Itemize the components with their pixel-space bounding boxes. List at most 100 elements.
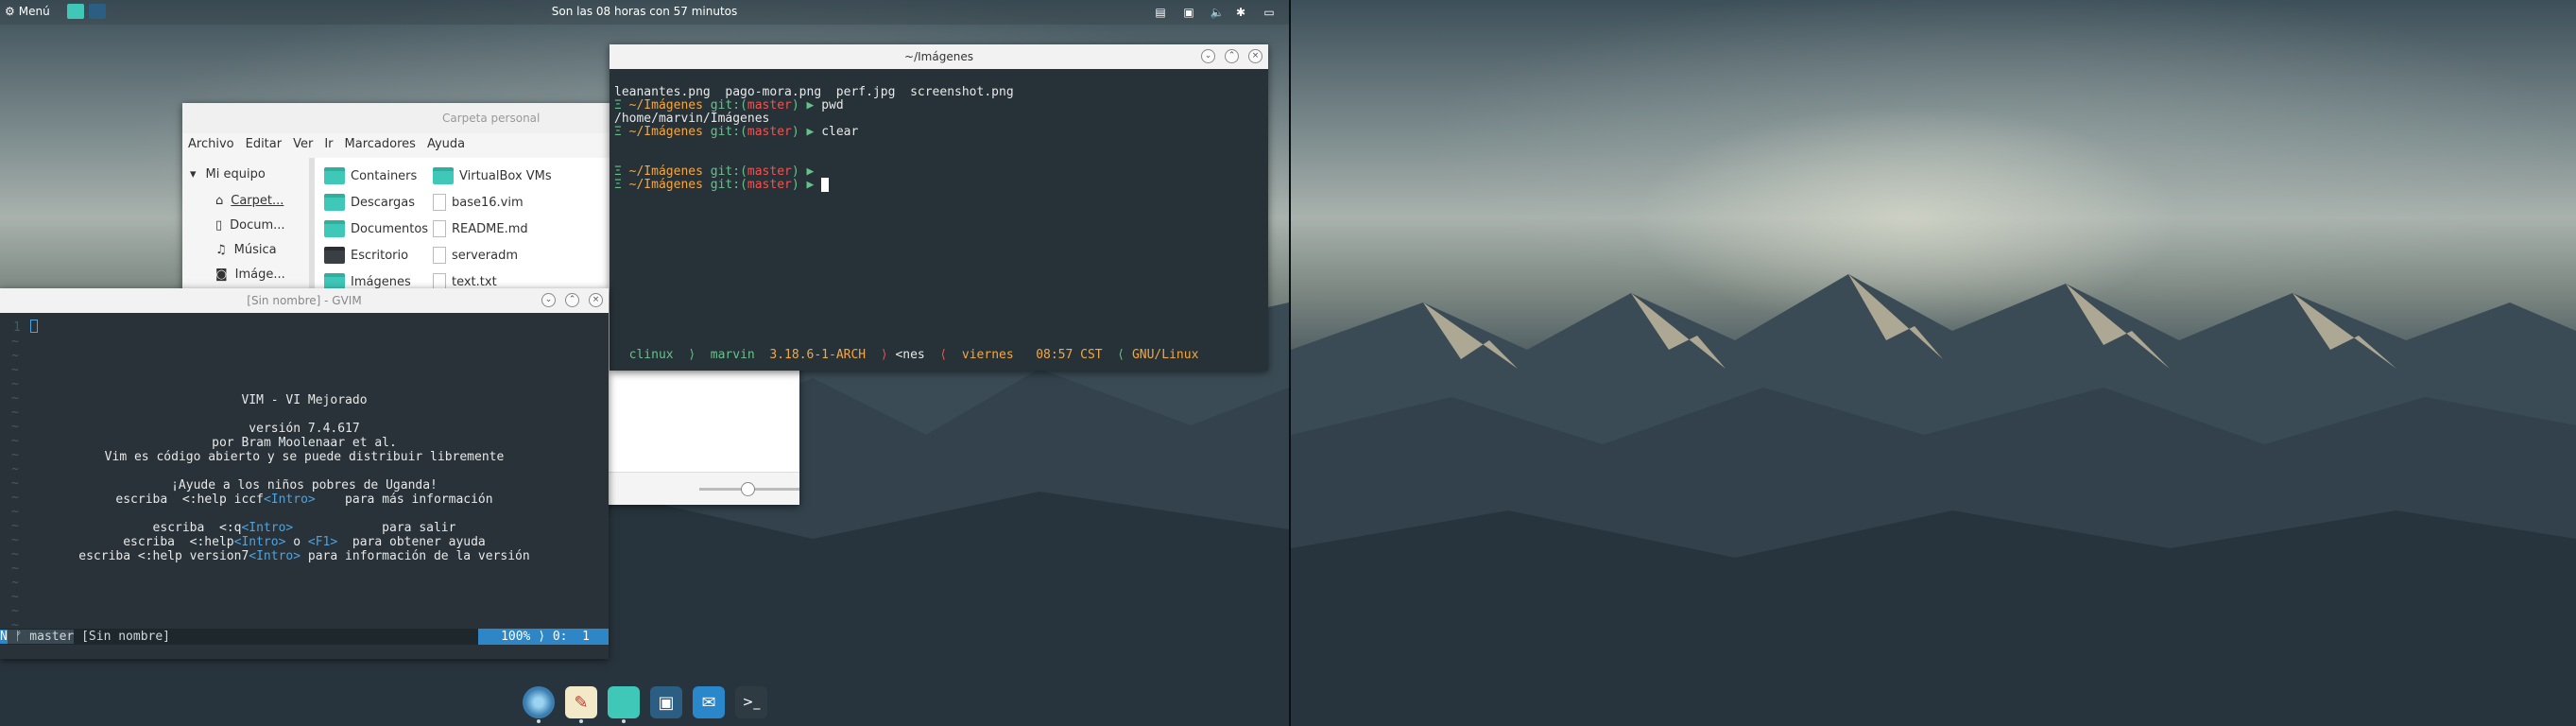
terminal-output[interactable]: leanantes.png pago-mora.png perf.jpg scr… xyxy=(614,73,1263,218)
document-icon: ▯ xyxy=(215,218,223,233)
folder-icon xyxy=(324,220,345,237)
close-icon[interactable]: × xyxy=(589,293,603,307)
terminal-title: ~/Imágenes xyxy=(610,44,1268,69)
minimize-icon[interactable]: ⌄ xyxy=(541,293,556,307)
vim-intro-line: escriba <:q<Intro> para salir xyxy=(152,521,456,535)
gvim-title: [Sin nombre] - GVIM xyxy=(0,288,609,313)
terminal-icon[interactable]: >_ xyxy=(735,686,767,718)
vim-tilde: ~ xyxy=(11,533,19,547)
expander-icon: ▾ xyxy=(190,167,197,182)
vim-intro-line: versión 7.4.617 xyxy=(249,422,360,436)
terminal-line: leanantes.png pago-mora.png perf.jpg scr… xyxy=(614,85,1014,99)
vim-tilde: ~ xyxy=(11,519,19,533)
mail-icon[interactable]: ✉ xyxy=(693,686,725,718)
menu-ayuda[interactable]: Ayuda xyxy=(421,133,471,158)
display-icon[interactable]: ▣ xyxy=(1181,5,1196,20)
vim-tilde: ~ xyxy=(11,420,19,434)
file-icon xyxy=(433,194,446,211)
vim-cursor xyxy=(30,320,38,333)
running-indicator xyxy=(537,719,541,723)
home-icon: ⌂ xyxy=(215,194,224,208)
file-item[interactable]: VirtualBox VMs xyxy=(433,167,552,184)
menu-ver[interactable]: Ver xyxy=(287,133,318,158)
gvim-window: [Sin nombre] - GVIM ⌄ ⌃ × 1 VIM - VI Mej… xyxy=(0,288,609,659)
chromium-icon[interactable] xyxy=(523,686,555,718)
vim-tilde: ~ xyxy=(11,448,19,462)
vim-tilde: ~ xyxy=(11,476,19,491)
terminal-cursor xyxy=(821,178,830,192)
menu-marcadores[interactable]: Marcadores xyxy=(339,133,421,158)
sidebar-item-images[interactable]: ◙ Imáge... xyxy=(215,268,285,282)
vim-intro-line: escriba <:help version7<Intro> para info… xyxy=(78,549,530,563)
file-item[interactable]: base16.vim xyxy=(433,194,524,211)
running-indicator xyxy=(579,719,583,723)
vim-intro-line: por Bram Moolenaar et al. xyxy=(212,436,397,450)
file-item[interactable]: README.md xyxy=(433,220,528,237)
menu-ir[interactable]: Ir xyxy=(318,133,338,158)
files-icon[interactable] xyxy=(608,686,640,718)
file-item[interactable]: Escritorio xyxy=(324,247,408,264)
vim-tilde: ~ xyxy=(11,434,19,448)
vim-tilde: ~ xyxy=(11,462,19,476)
vim-tilde: ~ xyxy=(11,505,19,519)
menu-archivo[interactable]: Archivo xyxy=(182,133,240,158)
file-item[interactable]: Containers xyxy=(324,167,417,184)
vim-tilde: ~ xyxy=(11,491,19,505)
minimize-icon[interactable]: ⌄ xyxy=(1201,49,1215,63)
gvim-editor[interactable]: 1 VIM - VI Mejorado versión 7.4.617 por … xyxy=(0,317,609,632)
terminal-line: /home/marvin/Imágenes xyxy=(614,112,770,126)
folder-icon xyxy=(324,194,345,211)
vim-intro-line: Vim es código abierto y se puede distrib… xyxy=(104,450,505,464)
maximize-icon[interactable]: ⌃ xyxy=(1225,49,1239,63)
vim-tilde: ~ xyxy=(11,377,19,391)
terminal-prompt: Ξ ~/Imágenes git:(master) ▶ xyxy=(614,164,815,179)
notifications-icon[interactable]: ▭ xyxy=(1262,5,1277,20)
vim-intro-line: ¡Ayude a los niños pobres de Uganda! xyxy=(171,478,438,493)
clipboard-icon[interactable]: ▤ xyxy=(1153,5,1168,20)
right-screen xyxy=(1291,0,2576,726)
close-icon[interactable]: × xyxy=(1248,49,1262,63)
menu-editar[interactable]: Editar xyxy=(240,133,288,158)
zoom-slider-handle[interactable] xyxy=(741,482,755,496)
vim-intro-line: escriba <:help iccf<Intro> para más info… xyxy=(115,493,493,507)
folder-icon xyxy=(324,167,345,184)
mountain-ridges xyxy=(1291,274,2576,726)
volume-icon[interactable]: 🔈 xyxy=(1210,5,1225,20)
panel-clock: Son las 08 horas con 57 minutos xyxy=(551,5,738,18)
file-item[interactable]: Descargas xyxy=(324,194,415,211)
vim-tilde: ~ xyxy=(11,406,19,420)
running-indicator xyxy=(622,719,626,723)
vim-statusline: N ᚠ master [Sin nombre] 100% ⟩ 0: 1 xyxy=(0,629,609,645)
vim-tilde: ~ xyxy=(11,590,19,604)
vim-tilde: ~ xyxy=(11,335,19,349)
disks-icon[interactable]: ▣ xyxy=(650,686,682,718)
terminal-prompt: Ξ ~/Imágenes git:(master) ▶ clear xyxy=(614,125,859,139)
network-icon[interactable]: ✱ xyxy=(1233,5,1248,20)
vim-tilde: ~ xyxy=(11,547,19,562)
vim-tilde: ~ xyxy=(11,576,19,590)
file-icon xyxy=(433,247,446,264)
sidebar-item-music[interactable]: ♫ Música xyxy=(215,243,277,257)
sidebar-item-documents[interactable]: ▯ Docum... xyxy=(215,218,285,233)
vim-intro-line: escriba <:help<Intro> o <F1> para obtene… xyxy=(123,535,486,549)
maximize-icon[interactable]: ⌃ xyxy=(565,293,579,307)
vim-intro-line: VIM - VI Mejorado xyxy=(241,393,368,407)
vim-tilde: ~ xyxy=(11,604,19,618)
camera-icon: ◙ xyxy=(215,268,228,282)
file-item[interactable]: Documentos xyxy=(324,220,428,237)
folder-icon xyxy=(433,167,454,184)
vim-tilde: ~ xyxy=(11,363,19,377)
terminal-prompt: Ξ ~/Imágenes git:(master) ▶ xyxy=(614,178,1263,192)
top-panel: ⚙ Menú Son las 08 horas con 57 minutos ▤… xyxy=(0,0,1289,25)
terminal-window: ~/Imágenes ⌄ ⌃ × leanantes.png pago-mora… xyxy=(610,44,1268,371)
file-icon xyxy=(433,220,446,237)
sidebar-header[interactable]: ▾ Mi equipo xyxy=(190,167,266,182)
text-editor-icon[interactable]: ✎ xyxy=(565,686,597,718)
terminal-prompt: Ξ ~/Imágenes git:(master) ▶ pwd xyxy=(614,98,844,112)
vim-tilde: ~ xyxy=(11,391,19,406)
left-screen: ⚙ Menú Son las 08 horas con 57 minutos ▤… xyxy=(0,0,1289,726)
file-item[interactable]: serveradm xyxy=(433,247,518,264)
dock: ✎ ▣ ✉ >_ xyxy=(523,683,768,723)
vim-tilde: ~ xyxy=(11,349,19,363)
sidebar-item-home[interactable]: ⌂ Carpet... xyxy=(215,194,283,208)
